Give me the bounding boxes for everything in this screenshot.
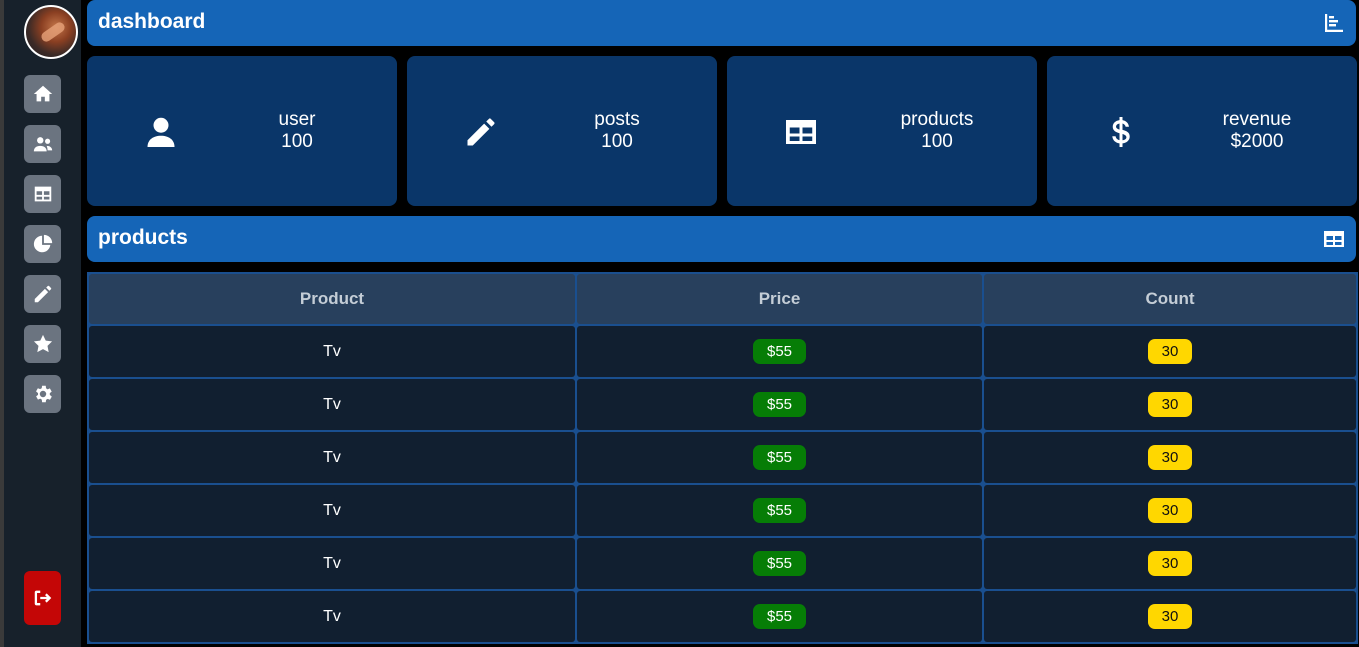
table-row[interactable]: Tv $55 30: [89, 591, 1356, 642]
sidebar-item-favorites[interactable]: [24, 325, 61, 363]
product-cell: Tv: [89, 591, 575, 642]
products-header: products: [87, 216, 1356, 262]
price-badge: $55: [752, 392, 807, 417]
sidebar-item-home[interactable]: [24, 75, 61, 113]
product-cell: Tv: [89, 538, 575, 589]
stat-card-posts: posts 100: [407, 56, 717, 206]
dashboard-header: dashboard: [87, 0, 1356, 46]
pie-chart-icon: [33, 234, 52, 253]
users-icon: [33, 137, 52, 152]
price-badge: $55: [752, 445, 807, 470]
sidebar-item-charts[interactable]: [24, 225, 61, 263]
logout-button[interactable]: [24, 571, 61, 625]
count-badge: 30: [1147, 551, 1193, 576]
dashboard-title: dashboard: [98, 10, 206, 33]
home-icon: [33, 85, 52, 102]
price-badge: $55: [752, 604, 807, 629]
count-badge: 30: [1147, 445, 1193, 470]
stat-value: 100: [921, 131, 953, 152]
count-badge: 30: [1147, 604, 1193, 629]
table-row[interactable]: Tv $55 30: [89, 432, 1356, 483]
table-row[interactable]: Tv $55 30: [89, 538, 1356, 589]
count-badge: 30: [1147, 498, 1193, 523]
stat-card-users: user 100: [87, 56, 397, 206]
price-badge: $55: [752, 498, 807, 523]
sidebar-item-users[interactable]: [24, 125, 61, 163]
table-row[interactable]: Tv $55 30: [89, 326, 1356, 377]
gear-icon: [35, 385, 52, 403]
sidebar-item-posts[interactable]: [24, 275, 61, 313]
pencil-icon: [34, 285, 51, 303]
column-header-count[interactable]: Count: [984, 274, 1356, 324]
column-header-price[interactable]: Price: [577, 274, 982, 324]
stat-value: 100: [601, 131, 633, 152]
stat-label: revenue: [1222, 109, 1292, 130]
sidebar-item-settings[interactable]: [24, 375, 61, 413]
avatar[interactable]: [24, 5, 78, 59]
stat-card-revenue: revenue $2000: [1047, 56, 1357, 206]
table-row[interactable]: Tv $55 30: [89, 485, 1356, 536]
table-header-row: Product Price Count: [89, 274, 1356, 324]
column-header-product[interactable]: Product: [89, 274, 575, 324]
stat-label: user: [278, 109, 316, 130]
product-cell: Tv: [89, 485, 575, 536]
products-title: products: [98, 226, 188, 249]
product-cell: Tv: [89, 432, 575, 483]
product-cell: Tv: [89, 326, 575, 377]
stat-label: products: [900, 109, 974, 130]
dollar-icon: [1103, 114, 1139, 150]
price-badge: $55: [752, 551, 807, 576]
star-icon: [33, 334, 52, 353]
pencil-icon: [463, 114, 499, 150]
products-table: Product Price Count Tv $55 30 Tv $55 30 …: [87, 272, 1358, 647]
logout-icon: [34, 590, 51, 606]
table-icon: [783, 114, 819, 150]
table-row[interactable]: Tv $55 30: [89, 379, 1356, 430]
price-badge: $55: [752, 339, 807, 364]
sidebar-item-products[interactable]: [24, 175, 61, 213]
stat-value: 100: [281, 131, 313, 152]
table-icon: [1322, 227, 1346, 251]
user-icon: [143, 114, 179, 150]
product-cell: Tv: [89, 379, 575, 430]
count-badge: 30: [1147, 339, 1193, 364]
app: dashboard user 100 posts 100 products 10…: [0, 0, 1359, 647]
stat-card-products: products 100: [727, 56, 1037, 206]
stat-value: $2000: [1230, 131, 1284, 152]
stat-label: posts: [594, 109, 640, 130]
bar-chart-icon: [1322, 11, 1346, 35]
sidebar: [0, 0, 81, 647]
count-badge: 30: [1147, 392, 1193, 417]
table-icon: [34, 186, 51, 202]
